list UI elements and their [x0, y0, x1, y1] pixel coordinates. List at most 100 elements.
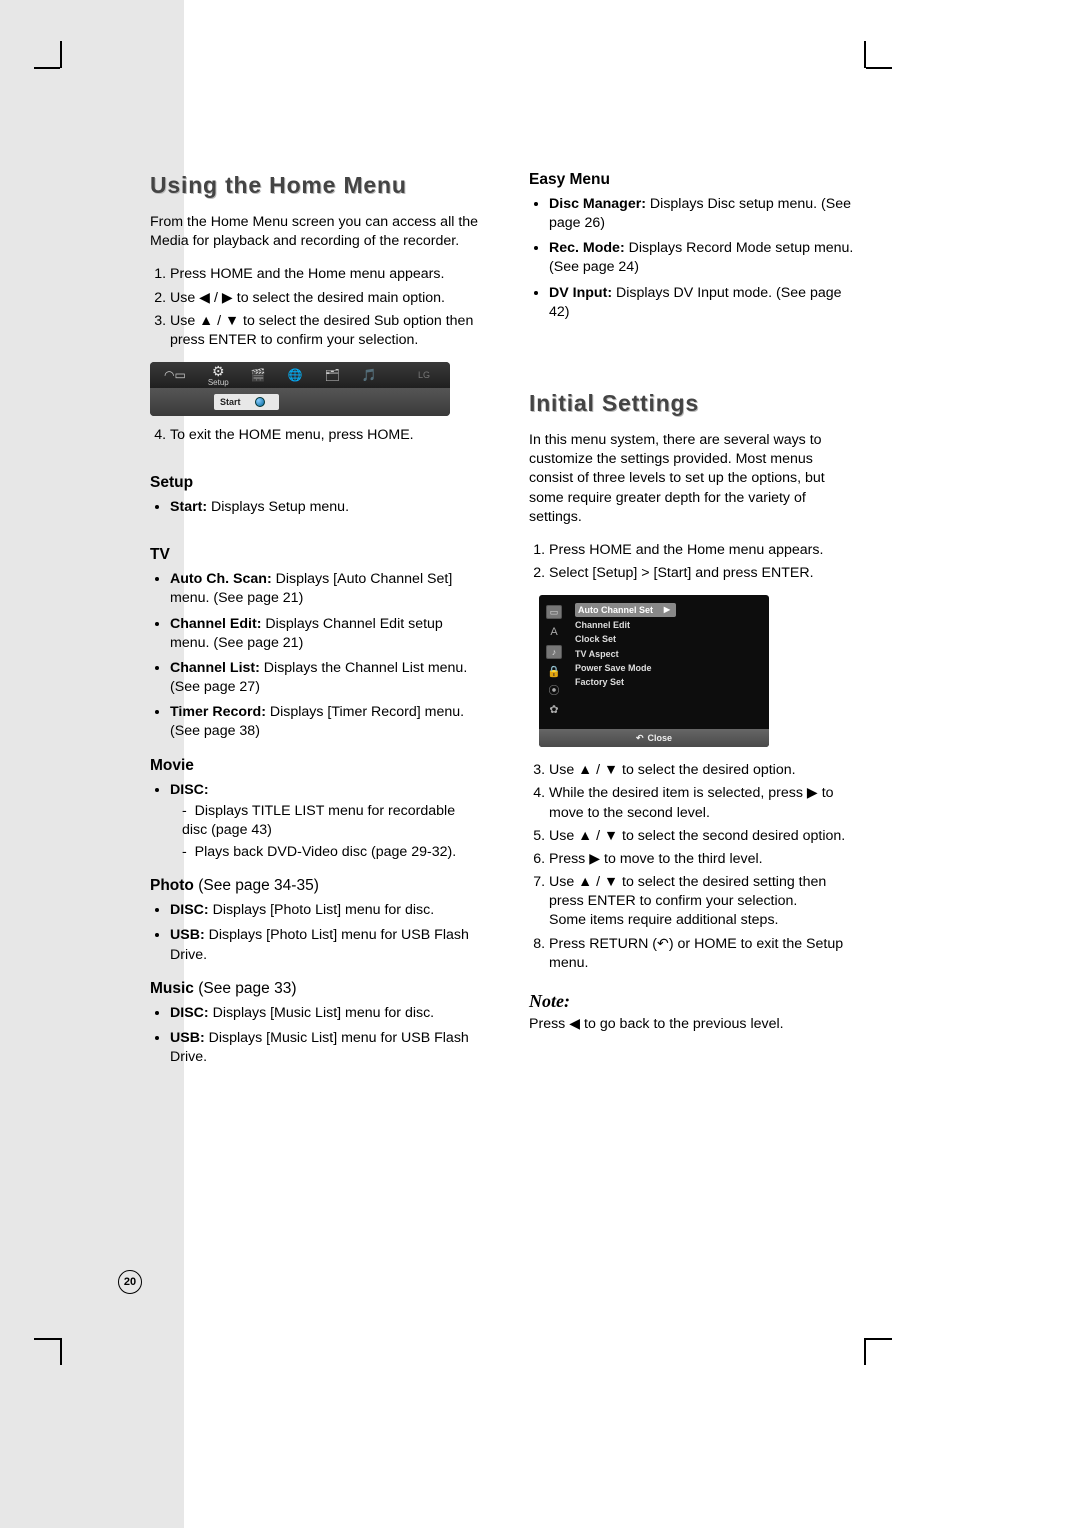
- list-item: Channel List: Displays the Channel List …: [170, 659, 481, 697]
- folder-icon: 🗂: [325, 367, 340, 383]
- settings-category-icons: ▭ A ♪ 🔒 ⦿ ✿: [539, 601, 569, 716]
- settings-option: Power Save Mode: [575, 662, 676, 674]
- item-text: Displays Setup menu.: [207, 499, 349, 515]
- intro-paragraph: From the Home Menu screen you can access…: [150, 213, 481, 251]
- bold-term: DISC:: [170, 1005, 209, 1021]
- home-steps-list: Press HOME and the Home menu appears. Us…: [150, 265, 481, 350]
- list-item: USB: Displays [Photo List] menu for USB …: [170, 926, 481, 964]
- heading-text: Photo: [150, 877, 194, 894]
- initial-steps-a: Press HOME and the Home menu appears. Se…: [529, 541, 860, 583]
- bold-term: DISC:: [170, 902, 209, 918]
- heading-paren: (See page 34-35): [194, 877, 319, 894]
- movie-bullets: DISC: Displays TITLE LIST menu for recor…: [150, 781, 481, 863]
- setup-label: Setup: [208, 379, 229, 387]
- sub-item: Displays TITLE LIST menu for recordable …: [182, 802, 481, 840]
- crop-mark: [864, 41, 866, 68]
- page-number: 20: [118, 1270, 142, 1294]
- home-steps-list-cont: To exit the HOME menu, press HOME.: [150, 426, 481, 445]
- list-item: Start: Displays Setup menu.: [170, 498, 481, 517]
- subheading-tv: TV: [150, 545, 481, 566]
- easy-bullets: Disc Manager: Displays Disc setup menu. …: [529, 195, 860, 322]
- list-item: USB: Displays [Music List] menu for USB …: [170, 1029, 481, 1067]
- item-text: Displays [Music List] menu for USB Flash…: [170, 1030, 469, 1065]
- music-bullets: DISC: Displays [Music List] menu for dis…: [150, 1004, 481, 1068]
- subheading-movie: Movie: [150, 756, 481, 777]
- list-item: DV Input: Displays DV Input mode. (See p…: [549, 284, 860, 322]
- item-text: Displays [Photo List] menu for USB Flash…: [170, 927, 469, 962]
- lock-icon: 🔒: [547, 666, 561, 678]
- movie-disc-sublist: Displays TITLE LIST menu for recordable …: [170, 802, 481, 863]
- bold-term: USB:: [170, 1030, 205, 1046]
- chevron-right-icon: ▶: [664, 605, 670, 616]
- misc-icon: ✿: [547, 704, 561, 716]
- setup-bullets: Start: Displays Setup menu.: [150, 498, 481, 517]
- home-menu-graphic: ◠▭ ⚙ Setup 🎬 🌐 🗂 🎵 LG Start: [150, 362, 450, 416]
- settings-option: Factory Set: [575, 676, 676, 688]
- step-item: While the desired item is selected, pres…: [549, 784, 860, 822]
- heading-text: Music: [150, 980, 194, 997]
- bold-term: USB:: [170, 927, 205, 943]
- crop-mark: [34, 67, 60, 69]
- language-icon: A: [547, 626, 561, 638]
- start-button: Start: [214, 394, 279, 410]
- item-text: Displays [Music List] menu for disc.: [209, 1005, 435, 1021]
- clapper-icon: 🎬: [251, 367, 266, 383]
- section-title-initial-settings: Initial Settings: [529, 388, 860, 419]
- crop-mark: [60, 1338, 62, 1365]
- crop-mark: [60, 41, 62, 68]
- setup-tab: ⚙ Setup: [208, 364, 229, 387]
- initial-steps-b: Use ▲ / ▼ to select the desired option. …: [529, 761, 860, 973]
- item-text: Displays [Photo List] menu for disc.: [209, 902, 435, 918]
- left-column: Using the Home Menu From the Home Menu s…: [150, 170, 481, 1077]
- audio-icon: ♪: [546, 645, 562, 659]
- settings-menu-body: ▭ A ♪ 🔒 ⦿ ✿ Auto Channel Set ▶ Channel E…: [539, 601, 769, 721]
- list-item: Auto Ch. Scan: Displays [Auto Channel Se…: [170, 570, 481, 608]
- subheading-photo: Photo (See page 34-35): [150, 876, 481, 897]
- option-label: Auto Channel Set: [578, 604, 653, 616]
- list-item: Channel Edit: Displays Channel Edit setu…: [170, 615, 481, 653]
- subheading-setup: Setup: [150, 473, 481, 494]
- step-item: Press HOME and the Home menu appears.: [549, 541, 860, 560]
- bold-term: Start:: [170, 499, 207, 515]
- subheading-easy-menu: Easy Menu: [529, 170, 860, 191]
- bold-term: Channel Edit:: [170, 616, 261, 632]
- list-item: DISC: Displays TITLE LIST menu for recor…: [170, 781, 481, 863]
- section-title-home-menu: Using the Home Menu: [150, 170, 481, 201]
- bold-term: Disc Manager:: [549, 196, 646, 212]
- step-item: Use ▲ / ▼ to select the desired Sub opti…: [170, 312, 481, 350]
- step-item: Select [Setup] > [Start] and press ENTER…: [549, 564, 860, 583]
- music-icon: 🎵: [362, 367, 377, 383]
- disc-icon: ⦿: [547, 685, 561, 697]
- bold-term: Rec. Mode:: [549, 240, 625, 256]
- content-columns: Using the Home Menu From the Home Menu s…: [150, 170, 860, 1077]
- brand-label: LG: [418, 369, 430, 381]
- crop-mark: [866, 1338, 892, 1340]
- close-label: Close: [648, 732, 673, 744]
- initial-intro: In this menu system, there are several w…: [529, 431, 860, 527]
- heading-paren: (See page 33): [194, 980, 297, 997]
- bold-term: Auto Ch. Scan:: [170, 571, 272, 587]
- bold-term: DV Input:: [549, 285, 612, 301]
- crop-mark: [34, 1338, 60, 1340]
- note-heading: Note:: [529, 989, 860, 1013]
- bold-term: Timer Record:: [170, 704, 266, 720]
- photo-bullets: DISC: Displays [Photo List] menu for dis…: [150, 901, 481, 965]
- crop-mark: [866, 67, 892, 69]
- right-column: Easy Menu Disc Manager: Displays Disc se…: [529, 170, 860, 1077]
- manual-page: Using the Home Menu From the Home Menu s…: [0, 0, 1080, 1528]
- step-item: Use ◀ / ▶ to select the desired main opt…: [170, 289, 481, 308]
- settings-option-selected: Auto Channel Set ▶: [575, 603, 676, 617]
- gear-icon: ⚙: [212, 364, 225, 378]
- start-label: Start: [220, 396, 241, 408]
- antenna-icon: ◠▭: [164, 367, 186, 383]
- settings-option: Clock Set: [575, 633, 676, 645]
- list-item: DISC: Displays [Music List] menu for dis…: [170, 1004, 481, 1023]
- tv-bullets: Auto Ch. Scan: Displays [Auto Channel Se…: [150, 570, 481, 741]
- home-menu-topbar: ◠▭ ⚙ Setup 🎬 🌐 🗂 🎵 LG: [150, 362, 450, 388]
- step-item: To exit the HOME menu, press HOME.: [170, 426, 481, 445]
- globe-icon: 🌐: [288, 367, 303, 383]
- bold-term: DISC:: [170, 782, 209, 798]
- note-body: Press ◀ to go back to the previous level…: [529, 1015, 860, 1034]
- crop-mark: [864, 1338, 866, 1365]
- settings-close-bar: ↶ Close: [539, 729, 769, 747]
